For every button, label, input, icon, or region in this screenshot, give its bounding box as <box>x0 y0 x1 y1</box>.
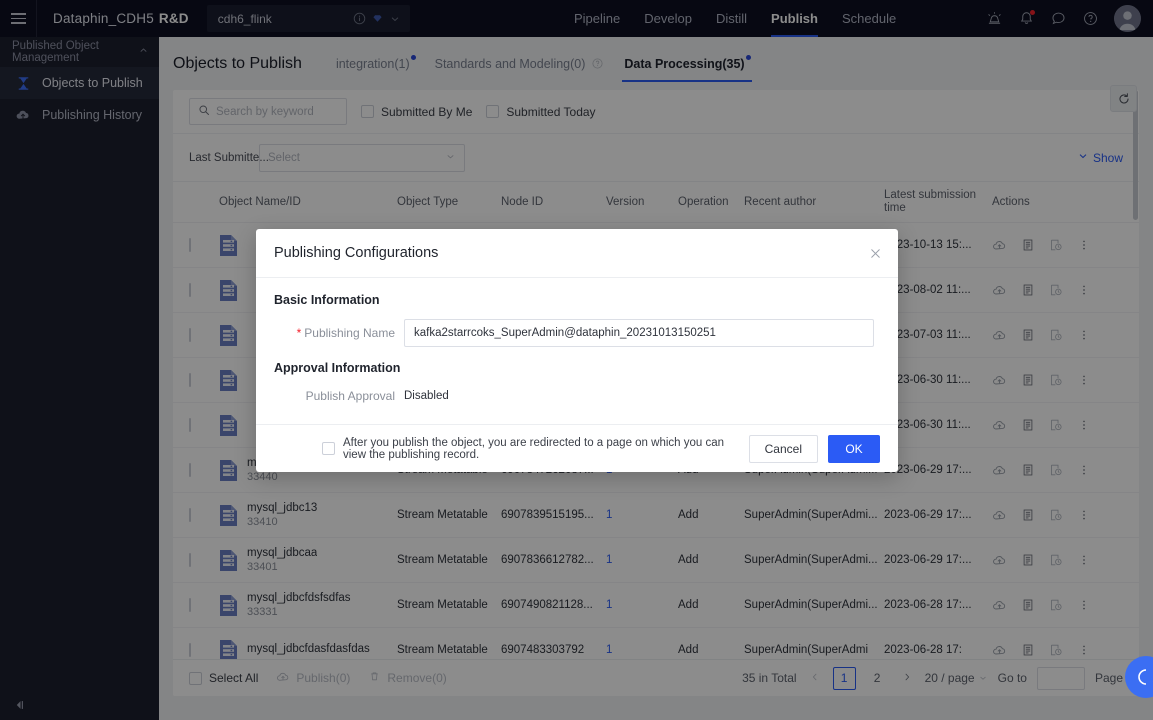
publishing-name-label: *Publishing Name <box>274 326 404 340</box>
redirect-checkbox[interactable]: After you publish the object, you are re… <box>322 437 739 461</box>
dialog-body: Basic Information *Publishing Name Appro… <box>256 278 898 424</box>
publishing-name-label-text: Publishing Name <box>304 326 395 340</box>
dialog-header: Publishing Configurations <box>256 229 898 278</box>
publish-approval-row: Publish Approval Disabled <box>274 389 880 403</box>
publishing-name-row: *Publishing Name <box>274 319 880 347</box>
redirect-checkbox-label: After you publish the object, you are re… <box>343 437 739 461</box>
ok-button[interactable]: OK <box>828 435 880 463</box>
publishing-name-input[interactable] <box>404 319 874 347</box>
dialog-title: Publishing Configurations <box>274 245 438 261</box>
app-root: Dataphin_CDH5R&D cdh6_flink Pipeline Dev… <box>0 0 1153 720</box>
checkbox-box[interactable] <box>322 442 335 455</box>
publish-approval-label: Publish Approval <box>274 389 404 403</box>
publishing-configurations-dialog: Publishing Configurations Basic Informat… <box>256 229 898 472</box>
dialog-footer: After you publish the object, you are re… <box>256 424 898 472</box>
cancel-button[interactable]: Cancel <box>749 435 818 463</box>
publish-approval-value: Disabled <box>404 390 449 402</box>
required-asterisk: * <box>297 326 302 340</box>
approval-information-heading: Approval Information <box>274 361 880 375</box>
close-icon[interactable] <box>866 244 884 262</box>
basic-information-heading: Basic Information <box>274 293 880 307</box>
